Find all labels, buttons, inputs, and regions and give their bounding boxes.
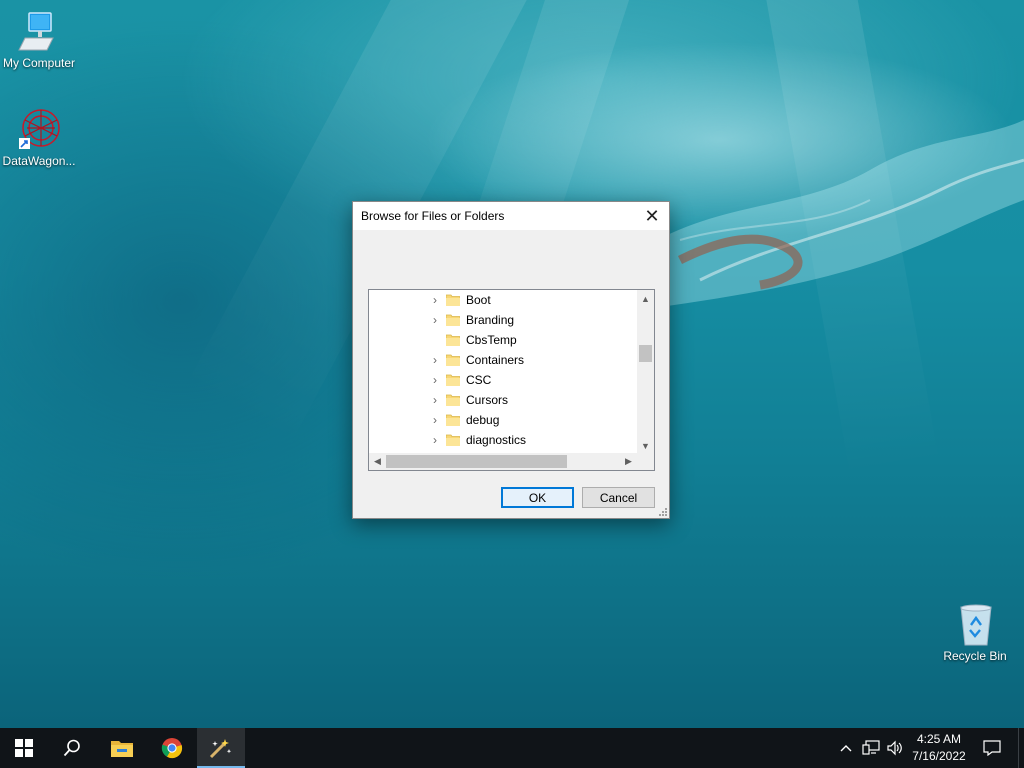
- tree-item-label: CSC: [466, 373, 492, 387]
- tree-item[interactable]: › debug: [369, 410, 639, 430]
- ok-button-label: OK: [528, 490, 547, 505]
- folder-icon: [446, 414, 460, 426]
- show-hidden-icons-button[interactable]: [836, 728, 856, 768]
- wallpaper-wave: [640, 120, 1024, 310]
- chevron-right-icon[interactable]: ›: [429, 434, 441, 446]
- resize-grip-icon[interactable]: [659, 508, 667, 516]
- tree-item-label: Branding: [466, 313, 515, 327]
- desktop-icon-my-computer[interactable]: My Computer: [0, 10, 81, 70]
- folder-icon: [446, 314, 460, 326]
- dialog-titlebar[interactable]: Browse for Files or Folders ✕: [353, 202, 669, 230]
- desktop-icon-label: My Computer: [2, 56, 76, 70]
- chevron-right-icon[interactable]: ›: [429, 354, 441, 366]
- network-button[interactable]: [860, 728, 882, 768]
- start-button[interactable]: [0, 728, 48, 768]
- desktop-icon-datawagon[interactable]: DataWagon...: [0, 108, 81, 168]
- recycle-bin-icon: [953, 603, 997, 647]
- tree-item-label: diagnostics: [466, 433, 527, 447]
- chevron-right-icon[interactable]: ›: [429, 374, 441, 386]
- notifications-button[interactable]: [978, 728, 1006, 768]
- cancel-button-label: Cancel: [599, 490, 638, 505]
- chevron-right-icon[interactable]: ›: [429, 294, 441, 306]
- notification-icon: [983, 740, 1001, 756]
- chrome-button[interactable]: [148, 728, 196, 768]
- close-icon: ✕: [644, 205, 660, 226]
- datawagon-icon: [17, 108, 61, 152]
- scroll-up-icon[interactable]: ▲: [637, 290, 654, 307]
- desktop-icon-recycle-bin[interactable]: Recycle Bin: [933, 603, 1017, 663]
- scroll-down-icon[interactable]: ▼: [637, 437, 654, 454]
- folder-icon: [446, 394, 460, 406]
- clock[interactable]: 4:25 AM 7/16/2022: [900, 731, 978, 765]
- folder-icon: [446, 354, 460, 366]
- tree-item-label: debug: [466, 413, 500, 427]
- datawagon-app-button[interactable]: [197, 728, 245, 768]
- network-icon: [862, 740, 880, 755]
- file-explorer-icon: [111, 741, 133, 757]
- tree-item-label: Boot: [466, 293, 491, 307]
- show-desktop-button[interactable]: [1018, 728, 1024, 768]
- tree-item-label: Cursors: [466, 393, 509, 407]
- tree-item[interactable]: CbsTemp: [369, 330, 639, 350]
- taskbar: 4:25 AM 7/16/2022: [0, 728, 1024, 768]
- horizontal-scroll-thumb[interactable]: [386, 455, 567, 468]
- tree-item-label: CbsTemp: [466, 333, 517, 347]
- browse-dialog: Browse for Files or Folders ✕ › Boot › B…: [352, 201, 670, 519]
- search-button[interactable]: [48, 728, 96, 768]
- vertical-scroll-thumb[interactable]: [639, 345, 652, 362]
- folder-icon: [446, 374, 460, 386]
- dialog-title: Browse for Files or Folders: [361, 209, 505, 223]
- chevron-right-icon[interactable]: ›: [429, 314, 441, 326]
- tree-item[interactable]: › CSC: [369, 370, 639, 390]
- datawagon-app-icon: [209, 739, 232, 759]
- scroll-right-icon[interactable]: ▶: [620, 453, 637, 470]
- folder-tree[interactable]: › Boot › Branding CbsTemp › Containers ›…: [368, 289, 655, 471]
- clock-time: 4:25 AM: [916, 732, 962, 746]
- tree-item[interactable]: › Boot: [369, 290, 639, 310]
- tree-item[interactable]: › Containers: [369, 350, 639, 370]
- tree-item[interactable]: › diagnostics: [369, 430, 639, 450]
- desktop-icon-label: DataWagon...: [2, 154, 76, 168]
- monitor-icon: [17, 10, 61, 54]
- folder-icon: [446, 434, 460, 446]
- ok-button[interactable]: OK: [501, 487, 574, 508]
- chevron-right-icon[interactable]: ›: [429, 414, 441, 426]
- clock-date: 7/16/2022: [912, 749, 966, 763]
- tree-item[interactable]: › Branding: [369, 310, 639, 330]
- horizontal-scrollbar[interactable]: ◀ ▶: [369, 453, 654, 470]
- file-explorer-button[interactable]: [98, 728, 146, 768]
- tree-item-label: Containers: [466, 353, 525, 367]
- scroll-left-icon[interactable]: ◀: [369, 453, 386, 470]
- folder-icon: [446, 294, 460, 306]
- vertical-scrollbar[interactable]: ▲ ▼: [637, 290, 654, 454]
- chevron-right-icon[interactable]: ›: [429, 394, 441, 406]
- chevron-up-icon: [840, 745, 852, 752]
- tree-item[interactable]: › Cursors: [369, 390, 639, 410]
- search-icon: [63, 739, 80, 757]
- start-icon: [15, 739, 33, 757]
- folder-icon: [446, 334, 460, 346]
- cancel-button[interactable]: Cancel: [582, 487, 655, 508]
- close-button[interactable]: ✕: [635, 202, 669, 230]
- chrome-icon: [161, 738, 183, 759]
- desktop-icon-label: Recycle Bin: [943, 649, 1007, 663]
